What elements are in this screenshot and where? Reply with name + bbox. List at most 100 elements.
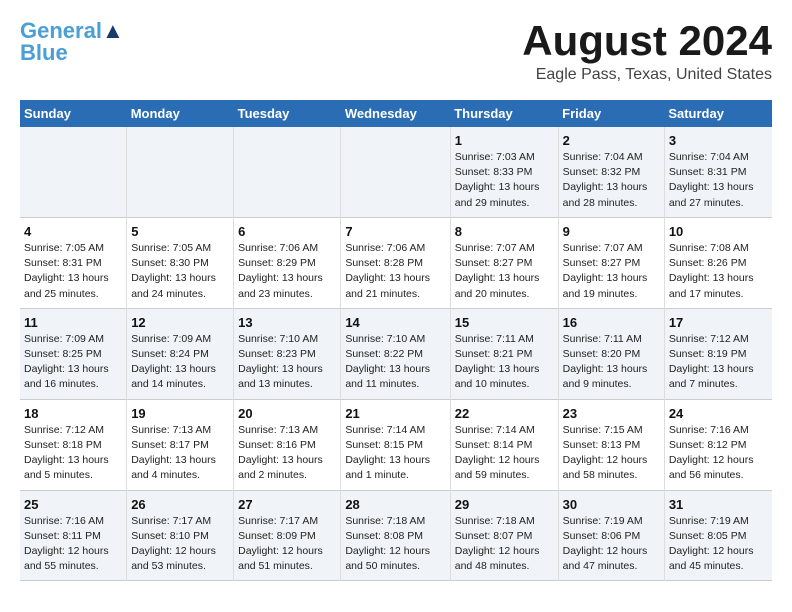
day-cell: 11 Sunrise: 7:09 AM Sunset: 8:25 PM Dayli… <box>20 308 127 399</box>
day-cell: 5Sunrise: 7:05 AM Sunset: 8:30 PM Daylig… <box>127 217 234 308</box>
week-row-3: 11 Sunrise: 7:09 AM Sunset: 8:25 PM Dayli… <box>20 308 772 399</box>
week-row-1: 1Sunrise: 7:03 AM Sunset: 8:33 PM Daylig… <box>20 127 772 217</box>
day-info: Sunrise: 7:05 AM Sunset: 8:30 PM Dayligh… <box>131 241 229 302</box>
logo-blue: Blue <box>20 40 68 65</box>
day-info: Sunrise: 7:16 AM Sunset: 8:11 PM Dayligh… <box>24 514 122 575</box>
day-cell: 26Sunrise: 7:17 AM Sunset: 8:10 PM Dayli… <box>127 490 234 581</box>
day-info: Sunrise: 7:05 AM Sunset: 8:31 PM Dayligh… <box>24 241 122 302</box>
day-cell: 27Sunrise: 7:17 AM Sunset: 8:09 PM Dayli… <box>234 490 341 581</box>
day-info: Sunrise: 7:10 AM Sunset: 8:22 PM Dayligh… <box>345 332 445 393</box>
day-number: 13 <box>238 315 336 330</box>
day-cell: 20 Sunrise: 7:13 AM Sunset: 8:16 PM Dayli… <box>234 399 341 490</box>
day-cell: 7 Sunrise: 7:06 AM Sunset: 8:28 PM Daylig… <box>341 217 450 308</box>
day-number: 3 <box>669 133 768 148</box>
day-info: Sunrise: 7:14 AM Sunset: 8:14 PM Dayligh… <box>455 423 554 484</box>
day-cell: 6 Sunrise: 7:06 AM Sunset: 8:29 PM Daylig… <box>234 217 341 308</box>
day-number: 28 <box>345 497 445 512</box>
day-info: Sunrise: 7:12 AM Sunset: 8:19 PM Dayligh… <box>669 332 768 393</box>
day-info: Sunrise: 7:13 AM Sunset: 8:16 PM Dayligh… <box>238 423 336 484</box>
day-number: 6 <box>238 224 336 239</box>
day-cell: 31 Sunrise: 7:19 AM Sunset: 8:05 PM Dayli… <box>664 490 772 581</box>
day-info: Sunrise: 7:06 AM Sunset: 8:28 PM Dayligh… <box>345 241 445 302</box>
day-cell: 19 Sunrise: 7:13 AM Sunset: 8:17 PM Dayli… <box>127 399 234 490</box>
day-cell: 15Sunrise: 7:11 AM Sunset: 8:21 PM Dayli… <box>450 308 558 399</box>
week-row-2: 4 Sunrise: 7:05 AM Sunset: 8:31 PM Daylig… <box>20 217 772 308</box>
day-number: 16 <box>563 315 660 330</box>
logo-text: General▲ Blue <box>20 20 124 64</box>
day-number: 14 <box>345 315 445 330</box>
day-number: 25 <box>24 497 122 512</box>
day-number: 24 <box>669 406 768 421</box>
day-cell <box>234 127 341 217</box>
day-cell <box>20 127 127 217</box>
day-info: Sunrise: 7:19 AM Sunset: 8:06 PM Dayligh… <box>563 514 660 575</box>
day-cell: 9Sunrise: 7:07 AM Sunset: 8:27 PM Daylig… <box>558 217 664 308</box>
day-number: 8 <box>455 224 554 239</box>
weekday-header-monday: Monday <box>127 100 234 127</box>
day-cell: 4 Sunrise: 7:05 AM Sunset: 8:31 PM Daylig… <box>20 217 127 308</box>
header: General▲ Blue August 2024 Eagle Pass, Te… <box>20 20 772 84</box>
day-number: 17 <box>669 315 768 330</box>
weekday-header-sunday: Sunday <box>20 100 127 127</box>
day-number: 22 <box>455 406 554 421</box>
day-number: 18 <box>24 406 122 421</box>
day-number: 23 <box>563 406 660 421</box>
day-info: Sunrise: 7:16 AM Sunset: 8:12 PM Dayligh… <box>669 423 768 484</box>
day-cell: 1Sunrise: 7:03 AM Sunset: 8:33 PM Daylig… <box>450 127 558 217</box>
day-info: Sunrise: 7:14 AM Sunset: 8:15 PM Dayligh… <box>345 423 445 484</box>
day-number: 7 <box>345 224 445 239</box>
day-info: Sunrise: 7:09 AM Sunset: 8:25 PM Dayligh… <box>24 332 122 393</box>
day-info: Sunrise: 7:19 AM Sunset: 8:05 PM Dayligh… <box>669 514 768 575</box>
day-number: 15 <box>455 315 554 330</box>
day-cell: 21 Sunrise: 7:14 AM Sunset: 8:15 PM Dayli… <box>341 399 450 490</box>
day-info: Sunrise: 7:04 AM Sunset: 8:32 PM Dayligh… <box>563 150 660 211</box>
day-cell: 10 Sunrise: 7:08 AM Sunset: 8:26 PM Dayli… <box>664 217 772 308</box>
day-info: Sunrise: 7:10 AM Sunset: 8:23 PM Dayligh… <box>238 332 336 393</box>
day-info: Sunrise: 7:18 AM Sunset: 8:07 PM Dayligh… <box>455 514 554 575</box>
week-row-5: 25 Sunrise: 7:16 AM Sunset: 8:11 PM Dayli… <box>20 490 772 581</box>
day-cell: 13 Sunrise: 7:10 AM Sunset: 8:23 PM Dayli… <box>234 308 341 399</box>
day-cell <box>341 127 450 217</box>
day-info: Sunrise: 7:18 AM Sunset: 8:08 PM Dayligh… <box>345 514 445 575</box>
day-cell: 2 Sunrise: 7:04 AM Sunset: 8:32 PM Daylig… <box>558 127 664 217</box>
day-cell: 30Sunrise: 7:19 AM Sunset: 8:06 PM Dayli… <box>558 490 664 581</box>
day-cell: 18Sunrise: 7:12 AM Sunset: 8:18 PM Dayli… <box>20 399 127 490</box>
weekday-header-thursday: Thursday <box>450 100 558 127</box>
day-cell: 17 Sunrise: 7:12 AM Sunset: 8:19 PM Dayli… <box>664 308 772 399</box>
day-info: Sunrise: 7:08 AM Sunset: 8:26 PM Dayligh… <box>669 241 768 302</box>
day-cell: 24 Sunrise: 7:16 AM Sunset: 8:12 PM Dayli… <box>664 399 772 490</box>
day-info: Sunrise: 7:06 AM Sunset: 8:29 PM Dayligh… <box>238 241 336 302</box>
day-cell: 22 Sunrise: 7:14 AM Sunset: 8:14 PM Dayli… <box>450 399 558 490</box>
day-number: 4 <box>24 224 122 239</box>
day-number: 12 <box>131 315 229 330</box>
calendar-body: 1Sunrise: 7:03 AM Sunset: 8:33 PM Daylig… <box>20 127 772 581</box>
day-info: Sunrise: 7:11 AM Sunset: 8:20 PM Dayligh… <box>563 332 660 393</box>
day-cell <box>127 127 234 217</box>
day-info: Sunrise: 7:03 AM Sunset: 8:33 PM Dayligh… <box>455 150 554 211</box>
day-cell: 29 Sunrise: 7:18 AM Sunset: 8:07 PM Dayli… <box>450 490 558 581</box>
day-number: 2 <box>563 133 660 148</box>
calendar-subtitle: Eagle Pass, Texas, United States <box>522 66 772 84</box>
day-number: 10 <box>669 224 768 239</box>
day-info: Sunrise: 7:07 AM Sunset: 8:27 PM Dayligh… <box>455 241 554 302</box>
day-number: 21 <box>345 406 445 421</box>
day-info: Sunrise: 7:17 AM Sunset: 8:09 PM Dayligh… <box>238 514 336 575</box>
title-section: August 2024 Eagle Pass, Texas, United St… <box>522 20 772 84</box>
day-cell: 8 Sunrise: 7:07 AM Sunset: 8:27 PM Daylig… <box>450 217 558 308</box>
day-cell: 25 Sunrise: 7:16 AM Sunset: 8:11 PM Dayli… <box>20 490 127 581</box>
day-number: 31 <box>669 497 768 512</box>
day-cell: 23Sunrise: 7:15 AM Sunset: 8:13 PM Dayli… <box>558 399 664 490</box>
day-info: Sunrise: 7:13 AM Sunset: 8:17 PM Dayligh… <box>131 423 229 484</box>
day-number: 29 <box>455 497 554 512</box>
day-number: 19 <box>131 406 229 421</box>
day-info: Sunrise: 7:04 AM Sunset: 8:31 PM Dayligh… <box>669 150 768 211</box>
day-cell: 3 Sunrise: 7:04 AM Sunset: 8:31 PM Daylig… <box>664 127 772 217</box>
week-row-4: 18Sunrise: 7:12 AM Sunset: 8:18 PM Dayli… <box>20 399 772 490</box>
day-number: 20 <box>238 406 336 421</box>
calendar-header: SundayMondayTuesdayWednesdayThursdayFrid… <box>20 100 772 127</box>
calendar-title: August 2024 <box>522 20 772 62</box>
day-number: 11 <box>24 315 122 330</box>
day-cell: 14 Sunrise: 7:10 AM Sunset: 8:22 PM Dayli… <box>341 308 450 399</box>
weekday-header-wednesday: Wednesday <box>341 100 450 127</box>
day-info: Sunrise: 7:07 AM Sunset: 8:27 PM Dayligh… <box>563 241 660 302</box>
